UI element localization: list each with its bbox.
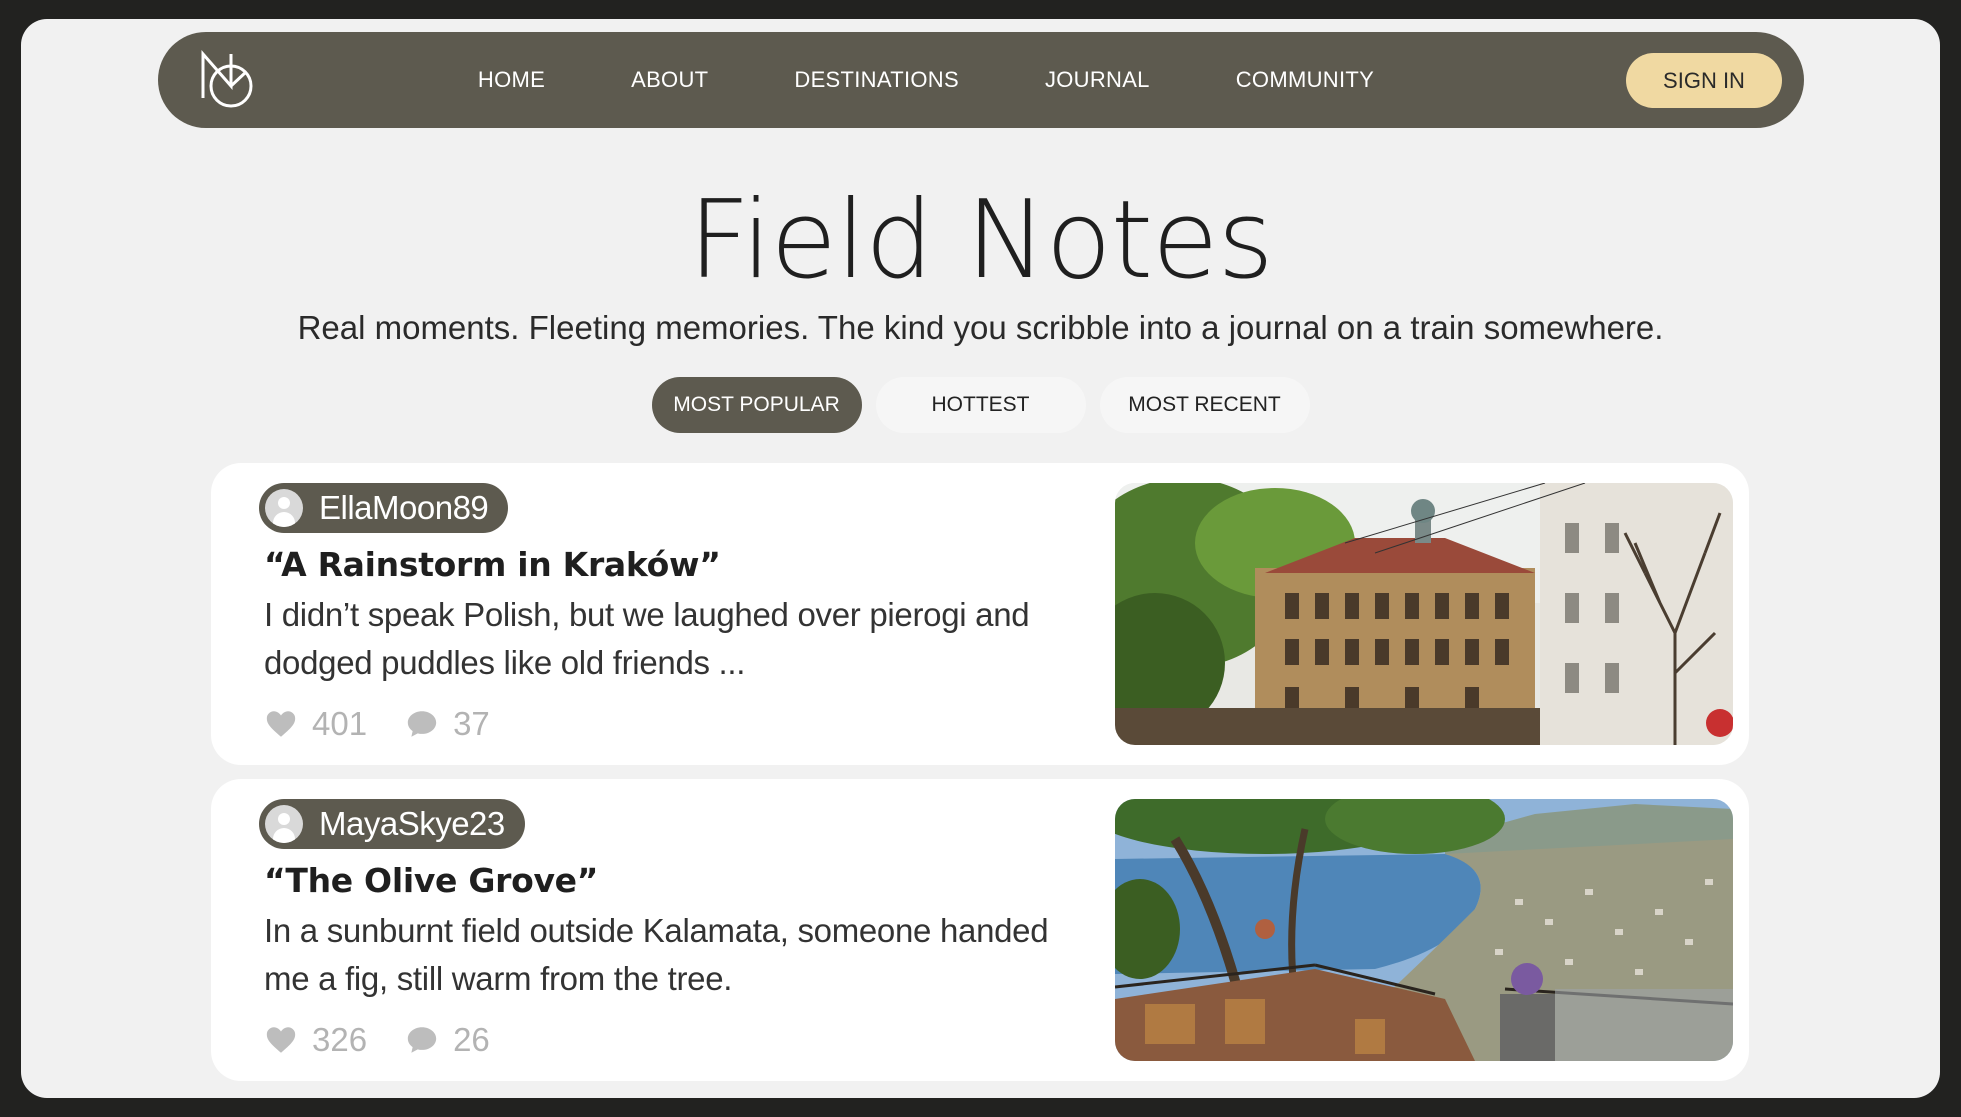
user-avatar-icon: [265, 489, 303, 527]
post-photo[interactable]: [1115, 799, 1733, 1061]
tab-most-recent[interactable]: MOST RECENT: [1099, 377, 1310, 433]
tab-hottest[interactable]: HOTTEST: [875, 377, 1086, 433]
app-window: HOME ABOUT DESTINATIONS JOURNAL COMMUNIT…: [21, 19, 1940, 1098]
nav-destinations[interactable]: DESTINATIONS: [794, 67, 959, 93]
top-navigation: HOME ABOUT DESTINATIONS JOURNAL COMMUNIT…: [158, 32, 1804, 128]
post-photo[interactable]: [1115, 483, 1733, 745]
comment-stat[interactable]: 37: [405, 705, 490, 743]
comment-count: 37: [453, 705, 490, 742]
post-card[interactable]: EllaMoon89 “A Rainstorm in Kraków” I did…: [211, 463, 1749, 765]
nav-community[interactable]: COMMUNITY: [1236, 67, 1374, 93]
post-stats: 326 26: [264, 1021, 528, 1059]
nav-home[interactable]: HOME: [478, 67, 545, 93]
kalamata-coast-photo: [1115, 799, 1733, 1061]
post-excerpt: I didn’t speak Polish, but we laughed ov…: [264, 596, 1030, 681]
heart-icon: [266, 711, 296, 737]
like-count: 326: [312, 1021, 368, 1058]
post-stats: 401 37: [264, 705, 528, 743]
heart-icon: [266, 1027, 296, 1053]
author-name: MayaSkye23: [319, 805, 505, 842]
page-subtitle: Real moments. Fleeting memories. The kin…: [297, 309, 1664, 346]
like-count: 401: [312, 705, 368, 742]
like-stat[interactable]: 326: [264, 1021, 367, 1059]
post-card[interactable]: MayaSkye23 “The Olive Grove” In a sunbur…: [211, 779, 1749, 1081]
page-title: Field Notes: [688, 178, 1274, 303]
nav-about[interactable]: ABOUT: [631, 67, 708, 93]
comment-count: 26: [453, 1021, 490, 1058]
post-title[interactable]: “A Rainstorm in Kraków”: [264, 545, 721, 584]
post-title[interactable]: “The Olive Grove”: [264, 861, 598, 900]
author-chip[interactable]: MayaSkye23: [259, 799, 525, 849]
author-name: EllaMoon89: [319, 489, 489, 526]
nav-journal[interactable]: JOURNAL: [1045, 67, 1150, 93]
post-excerpt: In a sunburnt field outside Kalamata, so…: [264, 912, 1049, 997]
krakow-street-photo: [1115, 483, 1733, 745]
comment-stat[interactable]: 26: [405, 1021, 490, 1059]
tab-most-popular[interactable]: MOST POPULAR: [651, 377, 862, 433]
sort-tabs: MOST POPULAR HOTTEST MOST RECENT: [21, 377, 1940, 433]
like-stat[interactable]: 401: [264, 705, 367, 743]
author-chip[interactable]: EllaMoon89: [259, 483, 509, 533]
speech-bubble-icon: [407, 1027, 437, 1053]
nav-links: HOME ABOUT DESTINATIONS JOURNAL COMMUNIT…: [158, 32, 1804, 128]
speech-bubble-icon: [407, 711, 437, 737]
user-avatar-icon: [265, 805, 303, 843]
sign-in-button[interactable]: SIGN IN: [1626, 53, 1782, 108]
